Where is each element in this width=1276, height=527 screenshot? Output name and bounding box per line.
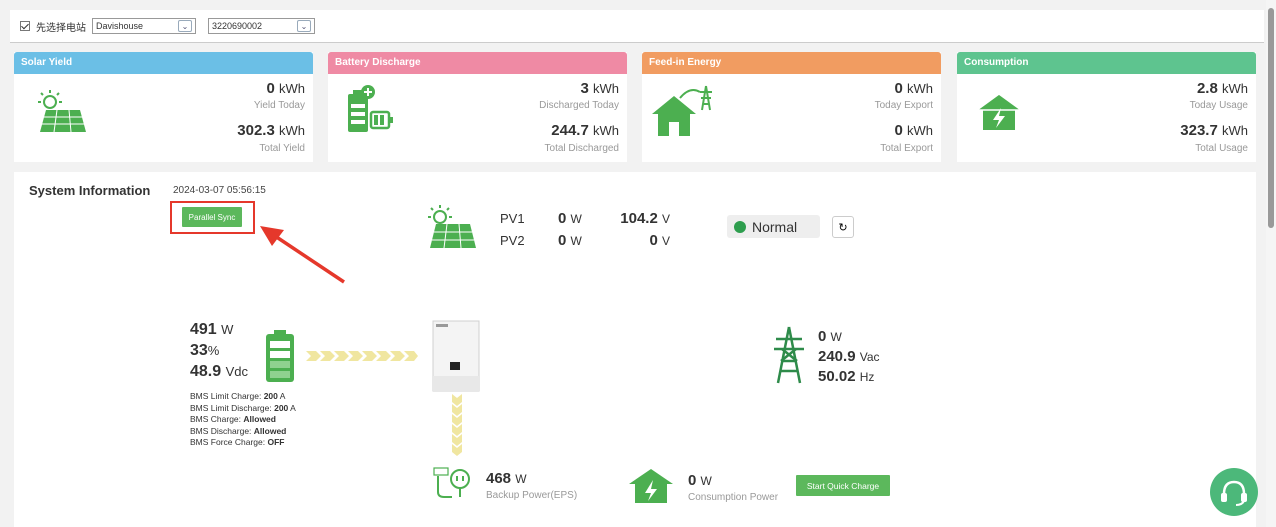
total-export-value: 0 kWh xyxy=(894,122,933,139)
yield-today-value: 0 kWh xyxy=(266,80,305,97)
page-scrollbar[interactable] xyxy=(1266,0,1276,527)
status-dot-icon xyxy=(734,220,746,233)
headset-icon xyxy=(1221,480,1247,506)
power-tower-icon xyxy=(774,326,804,384)
status-text: Normal xyxy=(752,218,798,235)
battery-icon xyxy=(348,85,393,132)
battery-icon xyxy=(266,330,294,382)
annotation-arrow-icon xyxy=(260,226,345,284)
total-usage-label: Total Usage xyxy=(1195,143,1248,154)
total-discharged-label: Total Discharged xyxy=(544,143,619,154)
station-select[interactable]: Davishouse ⌄ xyxy=(92,18,196,34)
battery-power: 491 W xyxy=(190,321,234,338)
pv-name: PV2 xyxy=(500,233,525,248)
grid-frequency: 50.02 Hz xyxy=(818,368,875,385)
today-usage-value: 2.8 kWh xyxy=(1196,80,1248,97)
yield-today-label: Yield Today xyxy=(253,100,305,111)
pv-power: 0 W xyxy=(558,210,582,227)
eps-power: 468 W xyxy=(486,470,527,487)
card-feed-in-energy: Feed-in Energy 0 kWh Today Export 0 kWh … xyxy=(642,52,941,162)
total-export-label: Total Export xyxy=(880,143,933,154)
bms-row: BMS Limit Charge: 200 A xyxy=(190,391,286,401)
status-badge: Normal xyxy=(727,215,820,238)
consumption-power: 0 W xyxy=(688,472,712,489)
bms-row: BMS Discharge: Allowed xyxy=(190,425,287,436)
card-title: Battery Discharge xyxy=(328,52,627,74)
section-title: System Information xyxy=(29,183,151,198)
summary-cards: Solar Yield 0 kWh Yield Today 302.3 kWh … xyxy=(14,52,1258,162)
system-information-panel: System Information 2024-03-07 05:56:15 P… xyxy=(14,172,1258,527)
card-solar-yield: Solar Yield 0 kWh Yield Today 302.3 kWh … xyxy=(14,52,313,162)
device-select-value: 3220690002 xyxy=(212,21,263,31)
grid-readings: 0 W 240.9 Vac 50.02 Hz xyxy=(818,327,880,387)
pv-readings: PV1 0 W 104.2 V PV2 0 W 0 V xyxy=(500,208,670,252)
card-title: Consumption xyxy=(957,52,1256,74)
refresh-button[interactable]: ↻ xyxy=(832,216,854,238)
total-discharged-value: 244.7 kWh xyxy=(551,122,619,139)
eps-plug-icon xyxy=(433,467,470,498)
discharged-today-value: 3 kWh xyxy=(580,80,619,97)
parallel-sync-button[interactable]: Parallel Sync xyxy=(182,207,242,227)
house-power-icon xyxy=(629,469,673,503)
highlight-box: Parallel Sync xyxy=(170,201,255,234)
eps-readings: 468 W Backup Power(EPS) xyxy=(486,470,577,501)
today-export-label: Today Export xyxy=(874,100,933,111)
card-title: Feed-in Energy xyxy=(642,52,941,74)
start-quick-charge-button[interactable]: Start Quick Charge xyxy=(796,475,890,496)
pv-row: PV2 0 W 0 V xyxy=(500,230,670,252)
battery-readings: 491 W 33% 48.9 Vdc xyxy=(190,319,248,382)
total-usage-value: 323.7 kWh xyxy=(1180,122,1248,139)
card-consumption: Consumption 2.8 kWh Today Usage 323.7 kW… xyxy=(957,52,1256,162)
chevron-down-icon: ⌄ xyxy=(178,20,192,32)
refresh-icon: ↻ xyxy=(838,221,848,234)
bms-row: BMS Force Charge: OFF xyxy=(190,437,285,447)
card-title: Solar Yield xyxy=(14,52,313,74)
card-battery-discharge: Battery Discharge 3 kWh Discharged Today… xyxy=(328,52,627,162)
consumption-readings: 0 W Consumption Power xyxy=(688,472,778,503)
inverter-icon xyxy=(432,320,480,392)
support-chat-button[interactable] xyxy=(1210,468,1258,516)
pv-voltage: 0 V xyxy=(649,232,670,249)
eps-label: Backup Power(EPS) xyxy=(486,490,578,501)
total-yield-value: 302.3 kWh xyxy=(237,122,305,139)
station-select-value: Davishouse xyxy=(96,21,144,31)
pv-power: 0 W xyxy=(558,232,582,249)
pv-row: PV1 0 W 104.2 V xyxy=(500,208,670,230)
select-station-checkbox[interactable] xyxy=(20,21,30,31)
scrollbar-thumb[interactable] xyxy=(1268,8,1274,228)
top-filter-bar: 先选择电站 Davishouse ⌄ 3220690002 ⌄ xyxy=(10,10,1264,43)
eps-flow-arrows-icon xyxy=(452,394,462,456)
battery-soc: 33% xyxy=(190,342,220,359)
solar-panel-icon xyxy=(38,90,86,133)
bms-info: BMS Limit Charge: 200 A BMS Limit Discha… xyxy=(190,391,296,449)
battery-flow-arrows-icon xyxy=(306,351,418,361)
house-power-icon xyxy=(975,93,1023,130)
select-station-label: 先选择电站 xyxy=(36,22,86,34)
consumption-label: Consumption Power xyxy=(688,492,779,503)
discharged-today-label: Discharged Today xyxy=(539,100,619,111)
house-grid-icon xyxy=(652,85,712,136)
today-export-value: 0 kWh xyxy=(894,80,933,97)
bms-row: BMS Charge: Allowed xyxy=(190,414,276,424)
solar-panel-icon xyxy=(428,205,476,249)
total-yield-label: Total Yield xyxy=(259,143,305,154)
grid-voltage: 240.9 Vac xyxy=(818,348,880,365)
chevron-down-icon: ⌄ xyxy=(297,20,311,32)
today-usage-label: Today Usage xyxy=(1189,100,1248,111)
device-select[interactable]: 3220690002 ⌄ xyxy=(208,18,315,34)
pv-name: PV1 xyxy=(500,211,525,226)
timestamp: 2024-03-07 05:56:15 xyxy=(173,185,266,196)
grid-power: 0 W xyxy=(818,328,842,345)
battery-voltage: 48.9 Vdc xyxy=(190,363,248,380)
bms-row: BMS Limit Discharge: 200 A xyxy=(190,402,296,413)
pv-voltage: 104.2 V xyxy=(620,210,670,227)
